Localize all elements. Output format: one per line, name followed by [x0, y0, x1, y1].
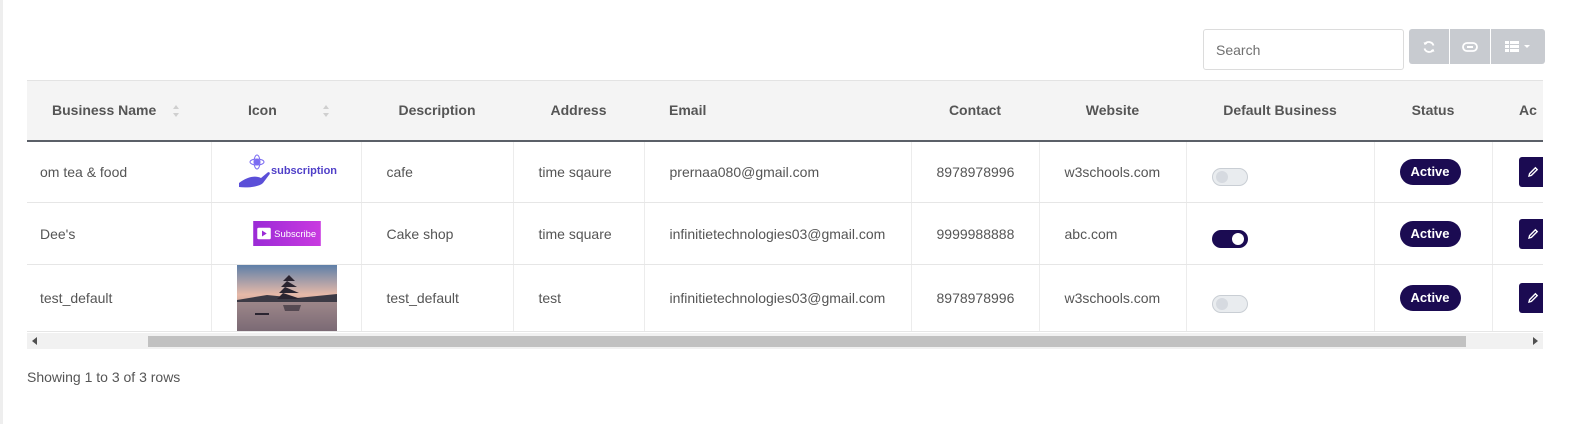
toggle-knob: [1215, 297, 1228, 310]
column-header-description: Description: [361, 80, 513, 142]
svg-text:subscription: subscription: [271, 165, 337, 177]
pagoda-photo-image: [236, 265, 337, 331]
email-cell: infinitietechnologies03@gmail.com: [644, 264, 912, 332]
default-business-toggle[interactable]: [1211, 168, 1248, 187]
address-cell: time square: [513, 202, 645, 265]
pencil-icon: [1527, 292, 1538, 303]
default-business-cell: [1186, 264, 1375, 332]
status-cell: Active: [1374, 202, 1493, 265]
business-table: Business Name Icon Description Address E…: [27, 80, 1543, 332]
website-cell: w3schools.com: [1039, 264, 1187, 332]
pagination-info: Showing 1 to 3 of 3 rows: [27, 369, 181, 385]
business-name-cell: Dee's: [27, 202, 212, 265]
business-table-container: Business Name Icon Description Address E…: [27, 80, 1543, 333]
sort-icon: [173, 105, 179, 117]
contact-cell: 8978978996: [911, 264, 1040, 332]
column-header-website: Website: [1039, 80, 1186, 142]
default-business-toggle[interactable]: [1211, 230, 1248, 248]
sort-icon: [323, 105, 329, 117]
status-badge: Active: [1399, 158, 1461, 185]
column-header-business-name[interactable]: Business Name: [27, 80, 211, 142]
search-input[interactable]: [1203, 29, 1404, 70]
icon-cell: [211, 264, 362, 332]
refresh-button[interactable]: [1409, 29, 1449, 64]
description-cell: cafe: [361, 140, 514, 203]
column-header-address: Address: [513, 80, 644, 142]
column-header-email: Email: [644, 80, 911, 142]
scroll-right-arrow-icon[interactable]: [1533, 337, 1538, 345]
columns-button[interactable]: [1491, 29, 1545, 64]
column-header-status: Status: [1374, 80, 1492, 142]
columns-icon: [1505, 41, 1519, 52]
table-row: Dee's Subscribe Cake shop time square in…: [27, 202, 1543, 265]
business-name-cell: om tea & food: [27, 140, 212, 203]
svg-text:Subscribe: Subscribe: [274, 229, 316, 240]
action-cell: [1492, 140, 1543, 203]
icon-cell: Subscribe: [211, 202, 362, 265]
business-name-cell: test_default: [27, 264, 212, 332]
default-business-toggle[interactable]: [1211, 294, 1248, 313]
action-cell: [1492, 202, 1543, 265]
pencil-icon: [1527, 166, 1538, 177]
scroll-left-arrow-icon[interactable]: [32, 337, 37, 345]
edit-button[interactable]: [1518, 156, 1543, 187]
status-cell: Active: [1374, 140, 1493, 203]
description-cell: test_default: [361, 264, 514, 332]
subscribe-banner-image: Subscribe: [252, 221, 321, 246]
chevron-down-icon: [1524, 45, 1530, 48]
table-row: test_default test_default test infinitie…: [27, 264, 1543, 332]
default-business-cell: [1186, 140, 1375, 203]
edit-button[interactable]: [1518, 218, 1543, 249]
status-cell: Active: [1374, 264, 1493, 332]
refresh-icon: [1423, 40, 1435, 53]
pencil-icon: [1527, 228, 1538, 239]
scrollbar-thumb[interactable]: [148, 336, 1466, 347]
column-header-action: Ac: [1492, 80, 1543, 142]
default-business-cell: [1186, 202, 1375, 265]
table-row: om tea & food subscription cafe time sqa…: [27, 140, 1543, 203]
column-header-contact: Contact: [911, 80, 1039, 142]
toggle-view-icon: [1462, 41, 1478, 52]
toggle-knob: [1215, 171, 1228, 184]
horizontal-scrollbar[interactable]: [27, 333, 1543, 349]
description-cell: Cake shop: [361, 202, 514, 265]
website-cell: abc.com: [1039, 202, 1187, 265]
address-cell: test: [513, 264, 645, 332]
website-cell: w3schools.com: [1039, 140, 1187, 203]
contact-cell: 8978978996: [911, 140, 1040, 203]
action-cell: [1492, 264, 1543, 332]
contact-cell: 9999988888: [911, 202, 1040, 265]
status-badge: Active: [1399, 285, 1461, 311]
column-header-icon[interactable]: Icon: [211, 80, 361, 142]
edit-button[interactable]: [1518, 283, 1543, 313]
subscription-logo-image: subscription: [236, 153, 337, 191]
toggle-knob: [1231, 233, 1244, 245]
column-header-default-business: Default Business: [1186, 80, 1374, 142]
icon-cell: subscription: [211, 140, 362, 203]
table-header-row: Business Name Icon Description Address E…: [27, 80, 1543, 142]
email-cell: prernaa080@gmail.com: [644, 140, 912, 203]
page-left-border: [0, 0, 3, 424]
address-cell: time sqaure: [513, 140, 645, 203]
toggle-view-button[interactable]: [1450, 29, 1490, 64]
status-badge: Active: [1399, 220, 1461, 247]
toolbar-button-group: [1409, 29, 1545, 64]
email-cell: infinitietechnologies03@gmail.com: [644, 202, 912, 265]
